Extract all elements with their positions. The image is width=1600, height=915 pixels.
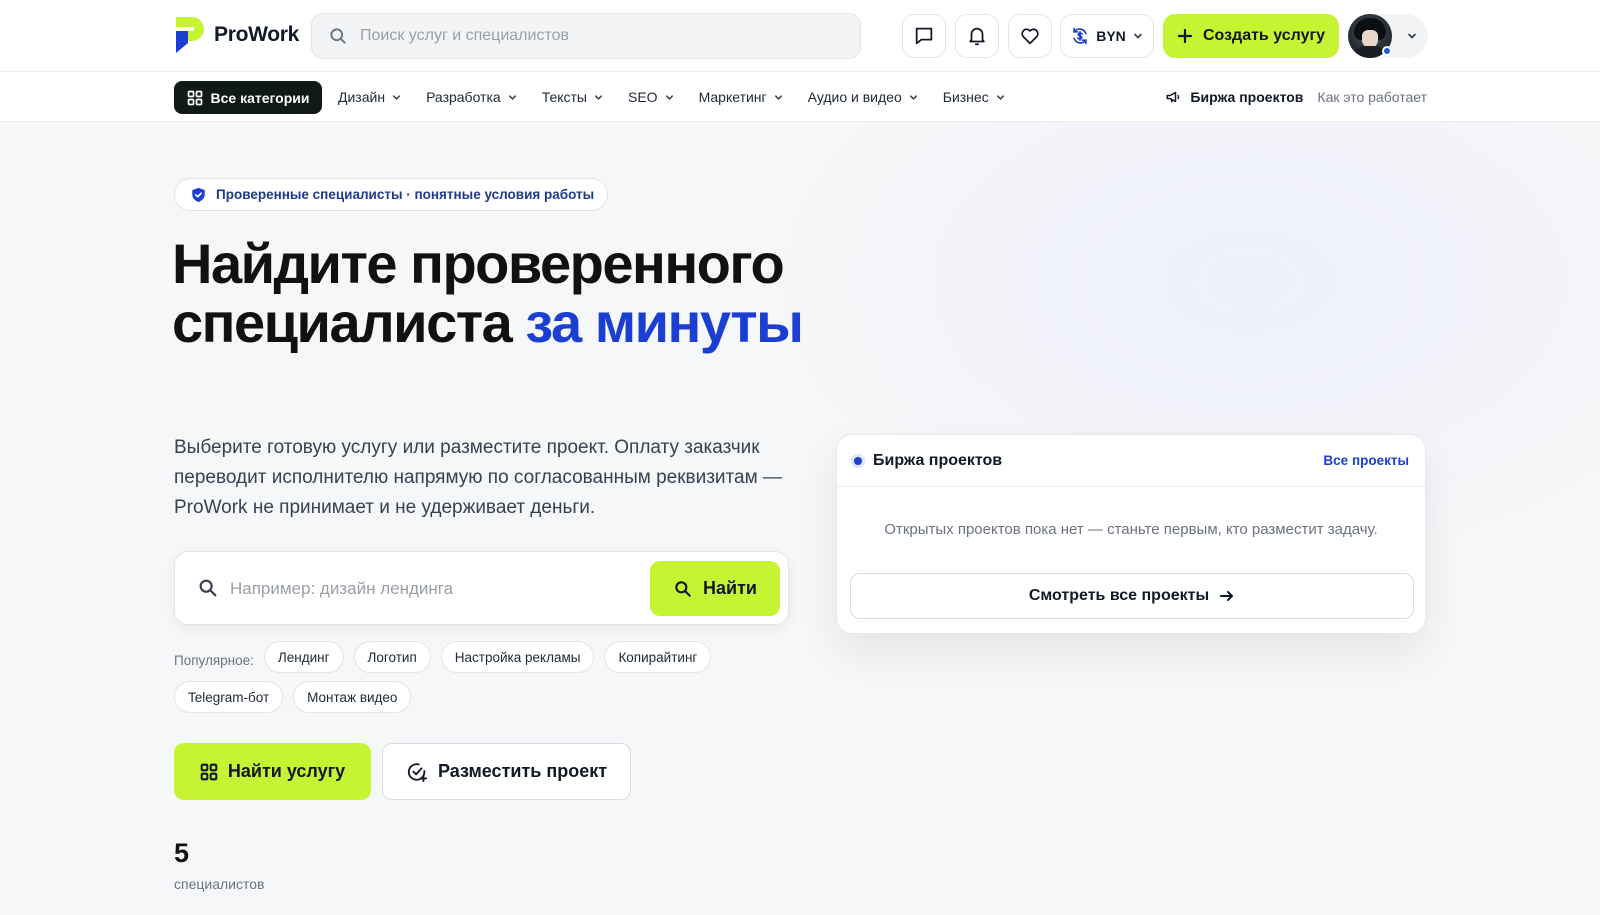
top-header: ProWork BYN Создать услугу <box>0 0 1600 72</box>
category-design[interactable]: Дизайн <box>338 89 402 105</box>
category-nav: Все категории Дизайн Разработка Тексты S… <box>0 72 1600 122</box>
category-label: Разработка <box>426 89 501 105</box>
project-card-title: Биржа проектов <box>851 452 1002 470</box>
category-business[interactable]: Бизнес <box>943 89 1006 105</box>
popular-tag[interactable]: Настройка рекламы <box>440 641 595 673</box>
search-icon <box>330 28 346 44</box>
favorites-button[interactable] <box>1008 14 1052 58</box>
category-seo[interactable]: SEO <box>628 89 675 105</box>
view-all-projects-label: Смотреть все проекты <box>1028 587 1210 604</box>
chevron-down-icon <box>996 94 1004 100</box>
category-list: Дизайн Разработка Тексты SEO Маркетинг А… <box>338 72 1030 122</box>
page-title-accent: за минуты <box>525 291 804 354</box>
project-exchange-link[interactable]: Биржа проектов <box>1165 88 1303 106</box>
grid-icon <box>187 90 202 105</box>
popular-tag[interactable]: Монтаж видео <box>293 681 412 713</box>
empty-projects-text: Открытых проектов пока нет — станьте пер… <box>884 521 1378 538</box>
all-projects-link[interactable]: Все проекты <box>1323 453 1409 468</box>
trust-badge-text: Проверенные специалисты · понятные услов… <box>216 187 595 202</box>
page-title: Найдите проверенного специалиста за мину… <box>172 234 812 352</box>
find-service-button[interactable]: Найти услугу <box>174 743 371 800</box>
popular-tag[interactable]: Лендинг <box>263 641 344 673</box>
project-exchange-card: Биржа проектов Все проекты Открытых прое… <box>836 434 1426 634</box>
plus-icon <box>1177 28 1193 44</box>
chevron-down-icon <box>1133 33 1142 39</box>
view-all-projects-button[interactable]: Смотреть все проекты <box>850 573 1414 619</box>
popular-tags: Популярное: Лендинг Логотип Настройка ре… <box>174 641 794 721</box>
hero-search-button[interactable]: Найти <box>650 561 780 616</box>
hero-search-input[interactable] <box>230 572 630 606</box>
arrow-right-icon <box>1220 591 1234 601</box>
specialists-label: специалистов <box>174 876 265 892</box>
search-icon <box>199 579 217 597</box>
search-icon <box>675 580 691 597</box>
brand-logo[interactable]: ProWork <box>174 15 299 55</box>
hero-subtitle: Выберите готовую услугу или разместите п… <box>174 437 782 518</box>
chevron-down-icon <box>594 94 603 100</box>
prowork-logo-icon <box>176 17 204 53</box>
create-service-button[interactable]: Создать услугу <box>1163 14 1339 58</box>
popular-tag[interactable]: Telegram-бот <box>174 681 284 713</box>
category-label: Аудио и видео <box>807 89 902 105</box>
popular-tag[interactable]: Логотип <box>353 641 431 673</box>
chevron-down-icon <box>909 94 917 100</box>
category-label: Бизнес <box>942 89 989 105</box>
chevron-down-icon <box>393 94 401 100</box>
brand-name: ProWork <box>214 23 300 46</box>
category-label: Маркетинг <box>698 89 767 105</box>
hero-search[interactable]: Найти <box>174 551 789 625</box>
messages-button[interactable] <box>902 14 946 58</box>
create-service-label: Создать услугу <box>1202 27 1326 44</box>
chat-icon <box>915 27 933 45</box>
post-project-button[interactable]: Разместить проект <box>382 743 631 800</box>
live-indicator-icon <box>851 453 865 468</box>
hero-section: Проверенные специалисты · понятные услов… <box>0 122 1600 915</box>
header-search[interactable] <box>311 13 861 59</box>
trust-badge: Проверенные специалисты · понятные услов… <box>174 178 608 211</box>
find-service-label: Найти услугу <box>227 761 346 781</box>
currency-label: BYN <box>1096 28 1126 44</box>
online-status-dot <box>1382 46 1392 56</box>
bell-icon <box>969 27 985 46</box>
megaphone-icon <box>1166 91 1180 103</box>
category-development[interactable]: Разработка <box>426 89 518 105</box>
category-label: Тексты <box>541 89 587 105</box>
hero-search-button-label: Найти <box>703 578 757 598</box>
heart-icon <box>1021 28 1039 45</box>
category-marketing[interactable]: Маркетинг <box>699 89 784 105</box>
check-plus-icon <box>407 762 428 782</box>
how-it-works-link[interactable]: Как это работает <box>1317 89 1427 105</box>
post-project-label: Разместить проект <box>437 761 608 781</box>
popular-tag[interactable]: Копирайтинг <box>604 641 712 673</box>
project-card-header: Биржа проектов Все проекты <box>837 435 1425 487</box>
project-card-title-text: Биржа проектов <box>873 451 1003 469</box>
all-categories-label: Все категории <box>210 89 310 106</box>
project-exchange-label: Биржа проектов <box>1190 89 1304 105</box>
category-label: Дизайн <box>338 89 386 105</box>
category-texts[interactable]: Тексты <box>542 89 604 105</box>
specialists-count: 5 <box>174 838 190 868</box>
shield-icon <box>192 187 205 202</box>
notifications-button[interactable] <box>955 14 999 58</box>
category-label: SEO <box>628 89 658 105</box>
popular-label: Популярное: <box>174 653 254 668</box>
category-audio-video[interactable]: Аудио и видео <box>808 89 919 105</box>
chevron-down-icon <box>774 94 782 100</box>
nav-right-links: Биржа проектов Как это работает <box>1165 72 1427 122</box>
all-categories-button[interactable]: Все категории <box>174 81 322 114</box>
header-search-input[interactable] <box>360 27 840 45</box>
grid-icon <box>200 763 218 780</box>
currency-icon <box>1073 27 1087 45</box>
chevron-down-icon <box>665 94 673 100</box>
chevron-down-icon <box>1408 33 1416 39</box>
chevron-down-icon <box>508 94 516 100</box>
currency-selector[interactable]: BYN <box>1060 14 1154 58</box>
